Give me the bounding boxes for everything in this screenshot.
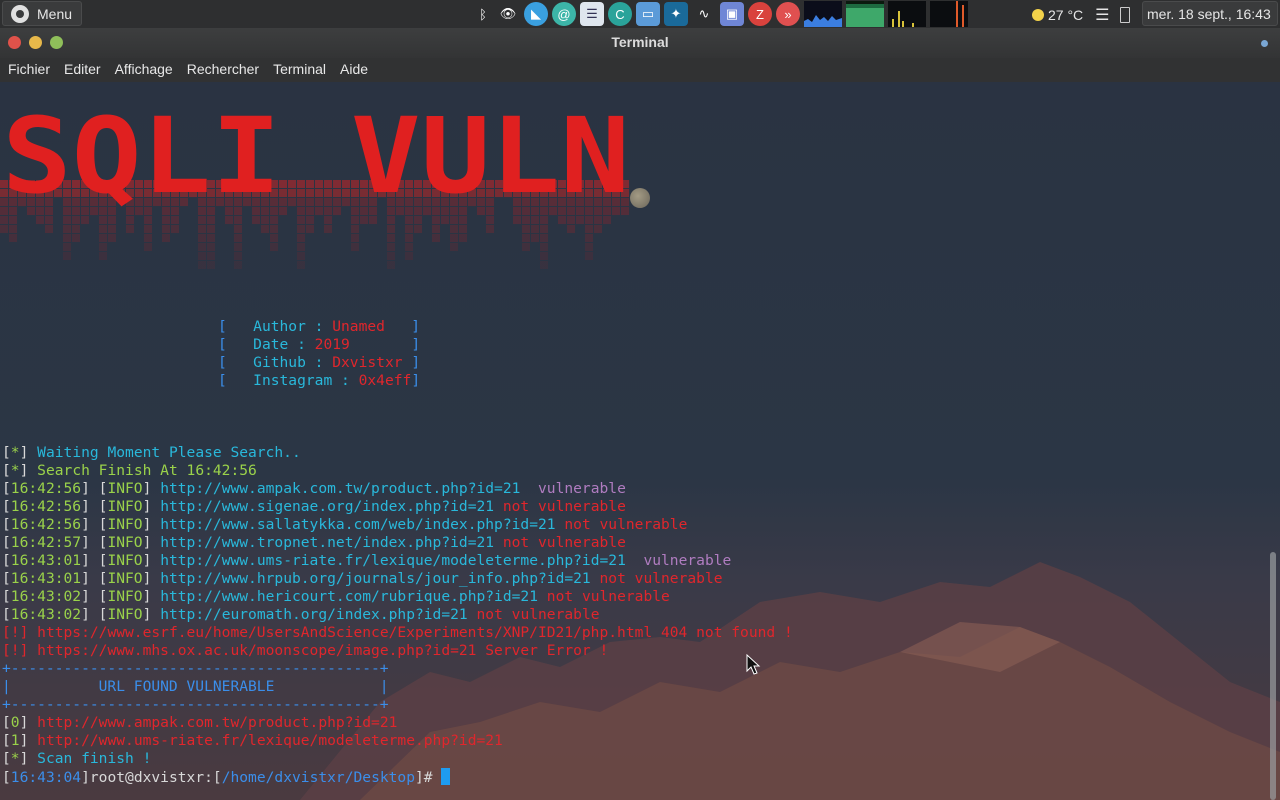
shell-prompt[interactable]: [16:43:04]root@dxvistxr:[/home/dxvistxr/… bbox=[2, 768, 451, 786]
box-title: | URL FOUND VULNERABLE | bbox=[2, 678, 389, 695]
cpu-graph[interactable] bbox=[804, 1, 842, 27]
battery-icon[interactable] bbox=[1119, 7, 1130, 23]
info-date: [ Date : 2019 ] bbox=[218, 336, 421, 353]
kodi-icon[interactable]: ✦ bbox=[664, 2, 688, 26]
result-line: [16:43:01] [INFO] http://www.hrpub.org/j… bbox=[2, 570, 723, 587]
menu-terminal[interactable]: Terminal bbox=[273, 58, 336, 82]
window-title: Terminal bbox=[611, 34, 669, 50]
result-line: [16:43:01] [INFO] http://www.ums-riate.f… bbox=[2, 552, 732, 569]
scrollbar[interactable] bbox=[1270, 552, 1276, 800]
network-graph[interactable] bbox=[888, 1, 926, 27]
spiral-icon[interactable]: @ bbox=[552, 2, 576, 26]
load-graph[interactable] bbox=[930, 1, 968, 27]
filter-icon[interactable]: ☰ bbox=[1095, 5, 1109, 25]
result-line: [16:42:56] [INFO] http://www.sallatykka.… bbox=[2, 516, 688, 533]
folder-icon[interactable]: ▭ bbox=[636, 2, 660, 26]
error-line: [!] https://www.esrf.eu/home/UsersAndSci… bbox=[2, 624, 793, 641]
banner-text: SQLI VULN bbox=[2, 96, 630, 217]
anydesk-icon[interactable]: » bbox=[776, 2, 800, 26]
text-cursor bbox=[441, 768, 451, 785]
window-titlebar[interactable]: Terminal bbox=[0, 28, 1280, 58]
menu-file[interactable]: Fichier bbox=[8, 58, 60, 82]
menu-label: Menu bbox=[37, 5, 73, 22]
box-border-bottom: +---------------------------------------… bbox=[2, 696, 389, 713]
notes-icon[interactable]: ☰ bbox=[580, 2, 604, 26]
ascii-banner: SQLI VULN bbox=[0, 96, 630, 269]
result-line: [16:43:02] [INFO] http://www.hericourt.c… bbox=[2, 588, 670, 605]
result-line: [16:43:02] [INFO] http://euromath.org/in… bbox=[2, 606, 600, 623]
menu-search[interactable]: Rechercher bbox=[187, 58, 269, 82]
terminal-area[interactable]: SQLI VULN [ Author : Unamed ] [ Date : 2… bbox=[0, 82, 1280, 800]
menu-button[interactable]: Menu bbox=[2, 1, 82, 26]
search-finish-line: [*] Search Finish At 16:42:56 bbox=[2, 462, 257, 479]
result-line: [16:42:56] [INFO] http://www.ampak.com.t… bbox=[2, 480, 626, 497]
found-line: [0] http://www.ampak.com.tw/product.php?… bbox=[2, 714, 398, 731]
info-github: [ Github : Dxvistxr ] bbox=[218, 354, 421, 371]
menu-edit[interactable]: Editer bbox=[64, 58, 111, 82]
clock[interactable]: mer. 18 sept., 16:43 bbox=[1142, 1, 1278, 26]
shark-icon[interactable]: ◣ bbox=[524, 2, 548, 26]
memory-graph[interactable] bbox=[846, 1, 884, 27]
error-line: [!] https://www.mhs.ox.ac.uk/moonscope/i… bbox=[2, 642, 609, 659]
discord-icon[interactable]: ▣ bbox=[720, 2, 744, 26]
result-line: [16:42:56] [INFO] http://www.sigenae.org… bbox=[2, 498, 626, 515]
bluetooth-icon[interactable]: ᛒ bbox=[474, 2, 492, 26]
weather-indicator[interactable]: 27 °C ☰ bbox=[1032, 5, 1130, 25]
found-line: [1] http://www.ums-riate.fr/lexique/mode… bbox=[2, 732, 503, 749]
info-instagram: [ Instagram : 0x4eff] bbox=[218, 372, 421, 389]
system-tray: ᛒ 👁 ◣ @ ☰ C ▭ ✦ ∿ ▣ Z » bbox=[474, 1, 968, 27]
menu-view[interactable]: Affichage bbox=[115, 58, 183, 82]
top-panel: Menu ᛒ 👁 ◣ @ ☰ C ▭ ✦ ∿ ▣ Z » 27 °C ☰ mer… bbox=[0, 0, 1280, 28]
mouse-pointer-icon bbox=[746, 654, 761, 675]
box-border-top: +---------------------------------------… bbox=[2, 660, 389, 677]
filezilla-icon[interactable]: Z bbox=[748, 2, 772, 26]
window-indicator bbox=[1261, 40, 1268, 47]
temperature: 27 °C bbox=[1048, 7, 1084, 23]
result-line: [16:42:57] [INFO] http://www.tropnet.net… bbox=[2, 534, 626, 551]
info-author: [ Author : Unamed ] bbox=[218, 318, 421, 335]
eye-icon[interactable]: 👁 bbox=[496, 2, 520, 26]
sun-icon bbox=[1032, 9, 1044, 21]
menu-bar: Fichier Editer Affichage Rechercher Term… bbox=[0, 58, 1280, 82]
menu-help[interactable]: Aide bbox=[340, 58, 378, 82]
scan-finish-line: [*] Scan finish ! bbox=[2, 750, 152, 767]
audio-icon[interactable]: ∿ bbox=[692, 2, 716, 26]
sync-icon[interactable]: C bbox=[608, 2, 632, 26]
gnome-foot-icon bbox=[11, 4, 29, 23]
waiting-line: [*] Waiting Moment Please Search.. bbox=[2, 444, 301, 461]
